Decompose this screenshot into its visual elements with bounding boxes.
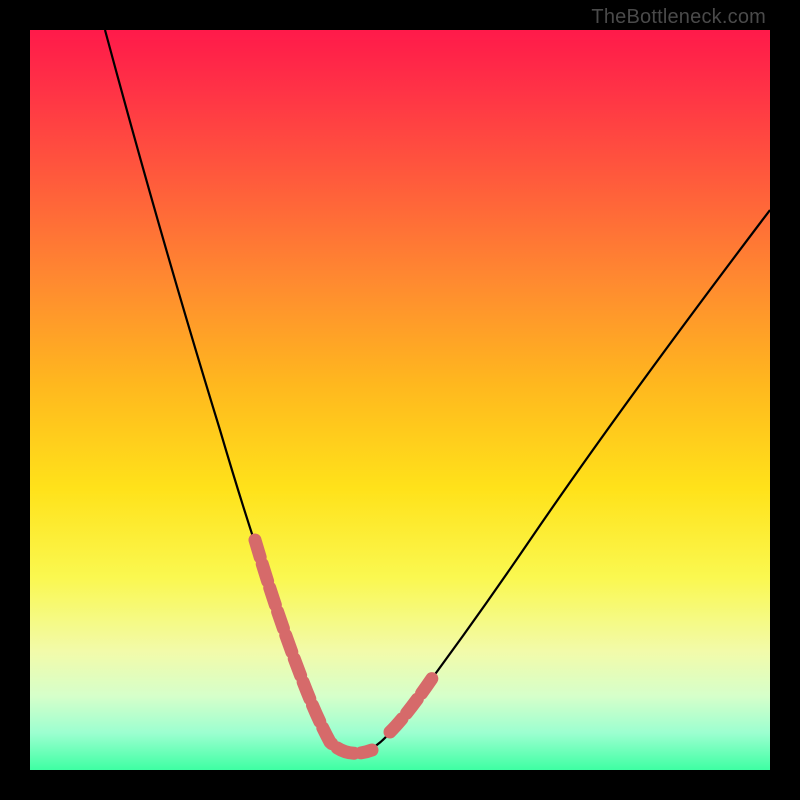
highlight-left (255, 540, 372, 753)
highlight-right (390, 674, 435, 732)
curve-layer (30, 30, 770, 770)
chart-frame: TheBottleneck.com (0, 0, 800, 800)
bottleneck-curve (105, 30, 770, 754)
plot-area (30, 30, 770, 770)
watermark-text: TheBottleneck.com (591, 6, 766, 29)
